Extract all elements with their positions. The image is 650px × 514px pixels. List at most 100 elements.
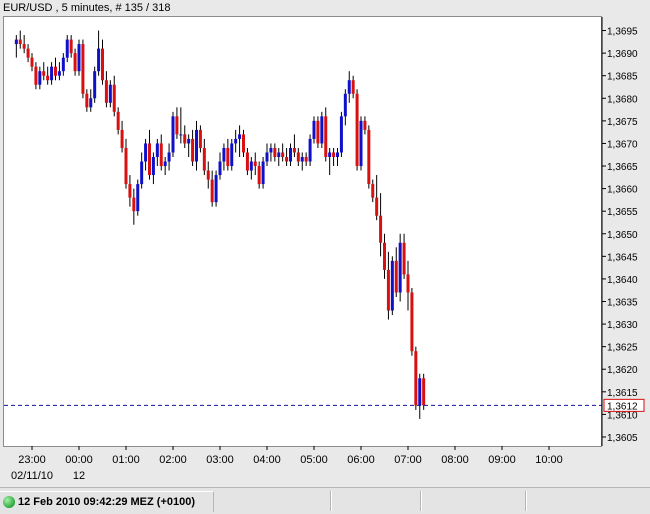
candle-down: [206, 170, 210, 180]
candle-down: [128, 184, 132, 198]
candle-down: [124, 147, 128, 185]
candle-up: [390, 260, 394, 311]
candle-down: [406, 274, 410, 293]
x-tick-label: 23:00: [18, 454, 46, 466]
candle-up: [97, 48, 101, 72]
candle-down: [371, 184, 375, 198]
candle-up: [144, 143, 148, 162]
status-bar: 12 Feb 2010 09:42:29 MEZ (+0100): [0, 487, 650, 514]
candle-down: [132, 197, 136, 212]
candle-down: [198, 129, 202, 148]
candle-down: [285, 156, 289, 162]
candle-up: [155, 143, 159, 157]
candle-down: [273, 147, 277, 157]
candle-up: [234, 138, 238, 144]
y-tick-label: 1,3605: [607, 433, 638, 444]
chart-svg[interactable]: 1,3695 1,3690 1,3685 1,3680 1,3675 1,3670 1,36…: [0, 0, 650, 487]
y-tick-label: 1,3685: [607, 72, 638, 83]
candle-down: [202, 147, 206, 171]
date-label: 12: [73, 470, 85, 482]
candle-down: [394, 260, 398, 293]
candle-down: [226, 147, 230, 167]
y-tick-label: 1,3630: [607, 320, 638, 331]
x-tick-label: 00:00: [65, 454, 93, 466]
current-price-label: 1,3612: [607, 401, 638, 412]
candle-down: [245, 152, 249, 171]
x-axis: 23:00 00:00 01:00 02:00 03:00 04:00 05:00 06:00…: [11, 446, 563, 482]
candle-down: [30, 57, 34, 67]
candles-group: [14, 30, 426, 419]
candle-down: [422, 378, 426, 406]
candle-down: [112, 84, 116, 112]
candle-up: [163, 161, 167, 167]
candle-up: [61, 57, 65, 72]
candle-down: [54, 66, 57, 76]
x-tick-label: 05:00: [300, 454, 328, 466]
candle-up: [136, 184, 140, 212]
x-tick-label: 07:00: [394, 454, 422, 466]
candle-up: [151, 156, 155, 176]
candle-down: [292, 147, 296, 153]
candle-down: [69, 39, 73, 54]
status-divider: [420, 491, 422, 511]
candle-up: [339, 116, 343, 153]
candle-down: [332, 152, 336, 157]
candle-up: [289, 147, 292, 162]
candle-up: [347, 80, 351, 94]
y-tick-label: 1,3615: [607, 388, 638, 399]
candle-up: [249, 161, 253, 171]
candle-down: [379, 215, 383, 243]
candle-down: [183, 134, 187, 144]
candle-up: [238, 134, 242, 139]
candle-up: [57, 71, 61, 76]
candle-up: [14, 39, 18, 45]
y-tick-label: 1,3690: [607, 49, 638, 60]
candle-up: [300, 156, 304, 162]
candle-down: [116, 111, 120, 130]
candle-down: [85, 93, 89, 108]
candle-down: [324, 116, 328, 157]
candle-up: [308, 138, 312, 162]
y-tick-label: 1,3650: [607, 230, 638, 241]
candle-down: [304, 156, 308, 162]
candle-up: [398, 242, 402, 293]
candle-up: [77, 44, 81, 72]
x-tick-label: 09:00: [488, 454, 516, 466]
connection-status-icon: [3, 496, 15, 508]
candle-down: [316, 120, 320, 144]
candle-up: [418, 378, 422, 406]
status-divider: [330, 491, 332, 511]
candle-up: [320, 116, 324, 144]
candle-up: [167, 152, 171, 162]
candle-up: [328, 152, 332, 157]
candle-up: [108, 84, 112, 103]
status-timestamp: 12 Feb 2010 09:42:29 MEZ (+0100): [18, 496, 196, 508]
candle-up: [222, 147, 226, 162]
candle-down: [34, 66, 38, 85]
candle-down: [351, 80, 355, 94]
x-tick-label: 03:00: [206, 454, 234, 466]
candle-down: [296, 152, 300, 162]
y-tick-label: 1,3675: [607, 117, 638, 128]
candle-up: [277, 152, 281, 157]
current-price-box: 1,3612: [603, 398, 645, 412]
y-tick-label: 1,3625: [607, 343, 638, 354]
candle-up: [179, 134, 183, 136]
candle-up: [336, 152, 339, 157]
y-tick-label: 1,3670: [607, 139, 638, 150]
candle-down: [402, 242, 406, 275]
candle-down: [120, 129, 124, 148]
candle-down: [386, 269, 390, 311]
candle-up: [89, 98, 93, 108]
candle-down: [383, 242, 386, 270]
x-tick-label: 10:00: [535, 454, 563, 466]
candle-down: [363, 120, 367, 130]
candle-down: [101, 48, 104, 81]
status-divider: [525, 491, 527, 511]
candle-down: [73, 53, 77, 72]
candle-down: [375, 197, 379, 216]
candle-down: [148, 143, 151, 176]
y-tick-label: 1,3655: [607, 207, 638, 218]
candle-up: [359, 120, 363, 167]
candle-down: [210, 179, 214, 203]
